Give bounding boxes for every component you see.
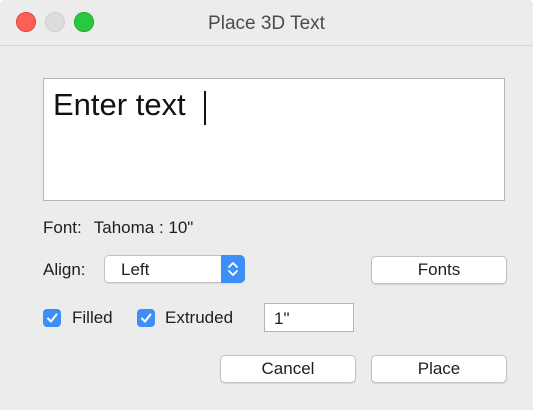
extruded-label[interactable]: Extruded (165, 308, 233, 328)
cancel-button[interactable]: Cancel (220, 355, 356, 383)
place-button[interactable]: Place (371, 355, 507, 383)
dialog-window: Place 3D Text Enter text Font: Tahoma : 1… (0, 0, 533, 410)
text-input-area[interactable]: Enter text (43, 78, 505, 201)
extrude-depth-value: 1" (274, 309, 290, 328)
align-select[interactable]: Left (104, 255, 245, 283)
checkmark-icon (141, 313, 152, 323)
align-selected-value: Left (121, 260, 150, 279)
text-input-value: Enter text (53, 87, 186, 122)
filled-checkbox[interactable] (43, 309, 61, 327)
text-caret (204, 91, 206, 125)
updown-chevron-icon[interactable] (221, 255, 245, 283)
filled-label[interactable]: Filled (72, 308, 113, 328)
window-title: Place 3D Text (208, 13, 325, 34)
font-info-row: Font: Tahoma : 10" (43, 218, 193, 238)
fonts-button[interactable]: Fonts (371, 256, 507, 284)
checkmark-icon (47, 313, 58, 323)
font-label: Font: (43, 218, 82, 237)
title-bar[interactable]: Place 3D Text (0, 0, 533, 45)
extruded-checkbox[interactable] (137, 309, 155, 327)
titlebar-divider (0, 45, 533, 46)
font-value: Tahoma : 10" (93, 218, 194, 237)
extrude-depth-input[interactable]: 1" (264, 303, 354, 332)
align-label: Align: (43, 260, 86, 279)
